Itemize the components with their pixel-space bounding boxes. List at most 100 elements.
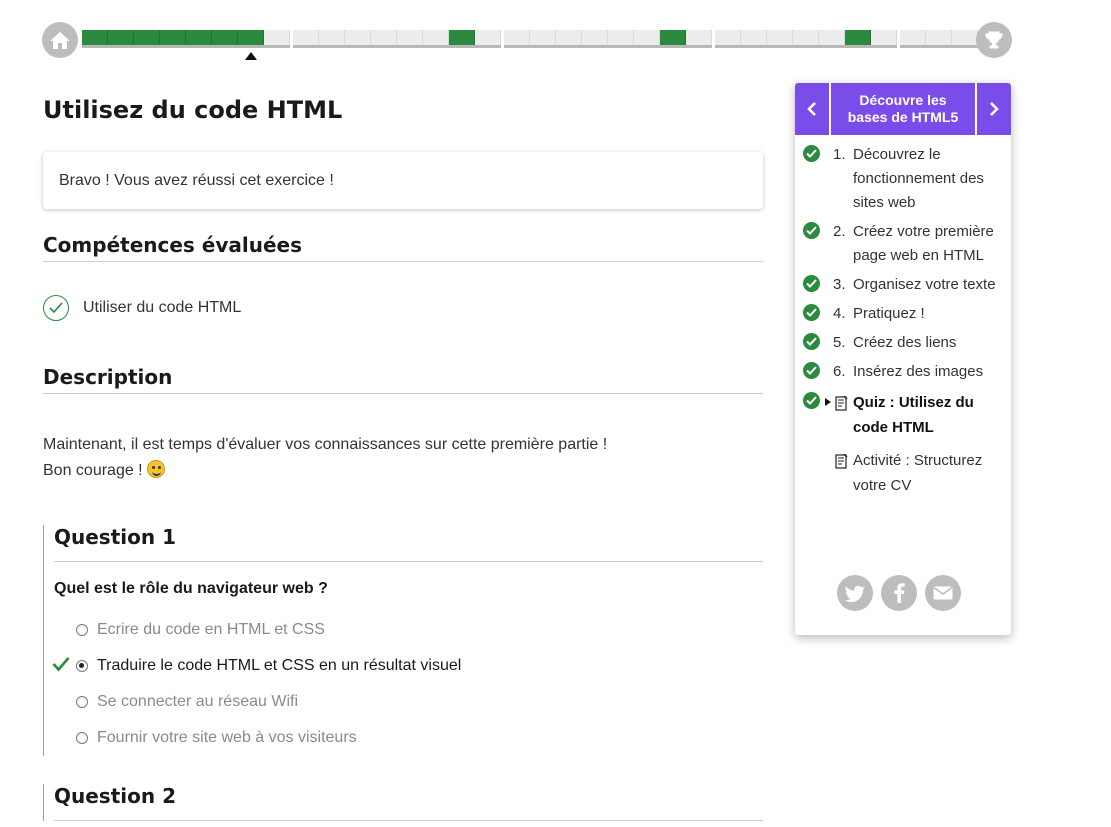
home-icon[interactable] xyxy=(42,22,78,58)
chapter-number: 4. xyxy=(833,305,846,322)
progress-segment[interactable] xyxy=(926,30,952,45)
chapter-number: 5. xyxy=(833,334,846,351)
question-heading: Question 2 xyxy=(54,784,763,821)
progress-segment[interactable] xyxy=(371,30,397,45)
completed-check-icon xyxy=(803,333,820,350)
chapter-number: 6. xyxy=(833,363,846,380)
chevron-left-icon xyxy=(807,102,816,116)
course-title[interactable]: Découvre les bases de HTML5 xyxy=(831,83,975,135)
chapter-item[interactable]: 6. Insérez des images xyxy=(795,360,1011,384)
progress-segment[interactable] xyxy=(475,30,501,45)
radio-button[interactable] xyxy=(76,624,88,636)
chapter-label: Créez des liens xyxy=(853,334,957,351)
progress-segment[interactable] xyxy=(397,30,423,45)
progress-segment-done[interactable] xyxy=(108,30,134,45)
progress-segment-done[interactable] xyxy=(160,30,186,45)
progress-segment[interactable] xyxy=(582,30,608,45)
description-line-2: Bon courage ! xyxy=(43,458,763,484)
progress-segments[interactable] xyxy=(82,30,981,48)
description-heading: Description xyxy=(43,365,763,394)
progress-segment[interactable] xyxy=(423,30,449,45)
chapter-item-current-quiz[interactable]: Quiz : Utilisez du code HTML xyxy=(795,390,1011,440)
progress-segment-done[interactable] xyxy=(82,30,108,45)
success-alert: Bravo ! Vous avez réussi cet exercice ! xyxy=(43,152,763,209)
question-text: Quel est le rôle du navigateur web ? xyxy=(54,580,328,597)
progress-segment[interactable] xyxy=(741,30,767,45)
answer-label: Fournir votre site web à vos visiteurs xyxy=(97,729,357,746)
progress-chapter-group xyxy=(900,30,978,48)
progress-segment[interactable] xyxy=(504,30,530,45)
current-position-marker xyxy=(245,52,257,60)
progress-chapter-group xyxy=(504,30,712,48)
smiley-icon xyxy=(147,460,166,478)
answer-option[interactable]: Ecrire du code en HTML et CSS xyxy=(54,612,763,648)
progress-segment[interactable] xyxy=(634,30,660,45)
answer-option[interactable]: Se connecter au réseau Wifi xyxy=(54,684,763,720)
previous-chapter-button[interactable] xyxy=(795,83,829,135)
chapter-item[interactable]: 2. Créez votre première page web en HTML xyxy=(795,220,1011,268)
progress-segment[interactable] xyxy=(819,30,845,45)
chapter-label: Insérez des images xyxy=(853,363,984,380)
progress-segment-done[interactable] xyxy=(212,30,238,45)
chapter-item[interactable]: 3. Organisez votre texte xyxy=(795,273,1011,297)
facebook-icon[interactable] xyxy=(881,575,917,611)
check-circle-icon xyxy=(43,295,69,321)
progress-segment[interactable] xyxy=(293,30,319,45)
progress-segment[interactable] xyxy=(556,30,582,45)
progress-segment[interactable] xyxy=(900,30,926,45)
skill-item: Utiliser du code HTML xyxy=(43,295,763,321)
chapter-item-activity[interactable]: Activité : Structurez votre CV xyxy=(795,448,1011,498)
progress-segment[interactable] xyxy=(345,30,371,45)
answer-options: Ecrire du code en HTML et CSS Traduire l… xyxy=(52,612,763,756)
progress-segment-done[interactable] xyxy=(660,30,686,45)
trophy-icon[interactable] xyxy=(976,22,1012,58)
progress-segment[interactable] xyxy=(767,30,793,45)
chapter-label: Organisez votre texte xyxy=(853,276,996,293)
answer-option[interactable]: Fournir votre site web à vos visiteurs xyxy=(54,720,763,756)
current-item-arrow-icon xyxy=(825,398,831,406)
chapter-number: 2. xyxy=(833,223,846,240)
progress-segment[interactable] xyxy=(608,30,634,45)
completed-check-icon xyxy=(803,304,820,321)
completed-check-icon xyxy=(803,275,820,292)
progress-segment[interactable] xyxy=(686,30,712,45)
email-icon[interactable] xyxy=(925,575,961,611)
progress-segment-done[interactable] xyxy=(449,30,475,45)
completed-check-icon xyxy=(803,145,820,162)
progress-segment-done[interactable] xyxy=(845,30,871,45)
progress-segment[interactable] xyxy=(952,30,978,45)
chapter-item[interactable]: 4. Pratiquez ! xyxy=(795,302,1011,326)
progress-segment-done[interactable] xyxy=(134,30,160,45)
share-buttons xyxy=(837,575,961,611)
description-text: Maintenant, il est temps d'évaluer vos c… xyxy=(43,432,763,484)
page-title: Utilisez du code HTML xyxy=(43,96,343,124)
progress-segment[interactable] xyxy=(871,30,897,45)
chapter-item[interactable]: 5. Créez des liens xyxy=(795,331,1011,355)
progress-segment-done[interactable] xyxy=(186,30,212,45)
answer-option-selected[interactable]: Traduire le code HTML et CSS en un résul… xyxy=(52,648,763,684)
next-chapter-button[interactable] xyxy=(977,83,1011,135)
progress-segment[interactable] xyxy=(319,30,345,45)
answer-label: Se connecter au réseau Wifi xyxy=(97,693,298,710)
twitter-icon[interactable] xyxy=(837,575,873,611)
progress-segment[interactable] xyxy=(793,30,819,45)
radio-button[interactable] xyxy=(76,732,88,744)
chapter-item[interactable]: 1. Découvrez le fonctionnement des sites… xyxy=(795,143,1011,215)
progress-segment[interactable] xyxy=(715,30,741,45)
progress-segment-done[interactable] xyxy=(238,30,264,45)
course-progress-bar xyxy=(42,22,1012,62)
activity-document-icon xyxy=(835,452,848,477)
skills-heading: Compétences évaluées xyxy=(43,233,763,262)
progress-chapter-group xyxy=(293,30,501,48)
chapter-label: Pratiquez ! xyxy=(853,305,925,322)
radio-button[interactable] xyxy=(76,696,88,708)
description-line-1: Maintenant, il est temps d'évaluer vos c… xyxy=(43,436,608,453)
chapter-label: Créez votre première page web en HTML xyxy=(853,223,994,264)
main-content: Utilisez du code HTML Bravo ! Vous avez … xyxy=(43,90,763,821)
completed-check-icon xyxy=(803,362,820,379)
progress-segment[interactable] xyxy=(264,30,290,45)
radio-button-checked[interactable] xyxy=(76,660,88,672)
success-message: Bravo ! Vous avez réussi cet exercice ! xyxy=(59,171,334,189)
progress-chapter-group xyxy=(715,30,897,48)
progress-segment[interactable] xyxy=(530,30,556,45)
